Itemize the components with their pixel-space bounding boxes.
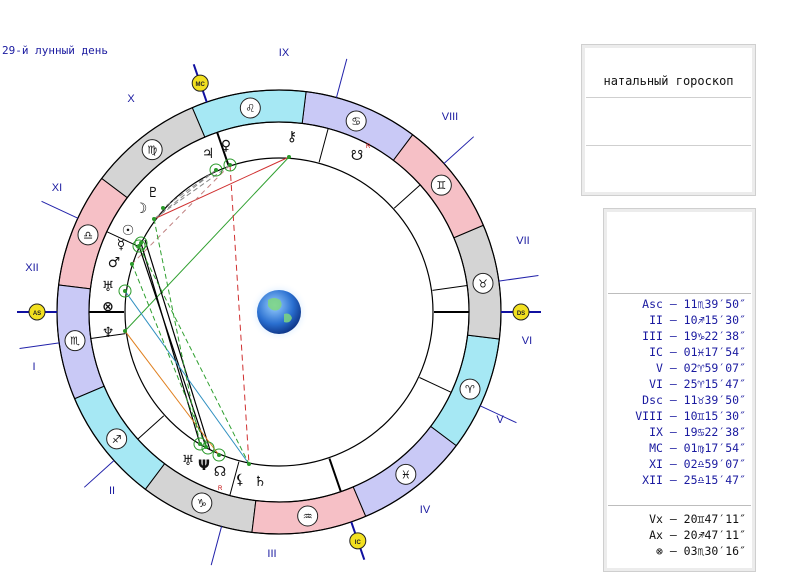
planet-glyph-jupiter: ♃ <box>202 146 215 162</box>
aspect-line <box>153 156 290 220</box>
house-cusp-outer <box>19 342 60 349</box>
ic-axis-inner <box>328 458 342 492</box>
house-number: VII <box>516 235 529 247</box>
house-cusp <box>318 128 329 163</box>
planet-glyph-fortuna: ⚸ <box>235 472 245 488</box>
position-row: XII – 25♎15′47″ <box>642 473 746 487</box>
position-row: Dsc – 11♉39′50″ <box>642 393 746 407</box>
aspect-line <box>138 245 250 465</box>
planet-glyph-vertex: ♅ <box>182 453 195 469</box>
planet-glyph-node: ☊ <box>214 464 226 480</box>
position-row: IX – 19♋22′38″ <box>649 425 746 439</box>
house-number: IV <box>420 504 431 516</box>
planet-glyph-mercury: ☿ <box>117 237 126 253</box>
planet-dot <box>287 155 291 159</box>
zodiac-sign-glyph: ♉ <box>478 277 488 290</box>
zodiac-sign-glyph: ♒ <box>303 510 313 523</box>
house-number: VIII <box>442 111 459 123</box>
point-row: Vx – 20♊47′11″ <box>649 512 746 526</box>
planet-glyph-saturn: ♄ <box>254 474 267 490</box>
house-cusp <box>137 415 165 440</box>
zodiac-sign-glyph: ♌ <box>245 102 255 115</box>
planet-dot <box>161 206 165 210</box>
planet-glyph-lilith: ☋ <box>351 148 363 164</box>
house-number: X <box>127 93 135 105</box>
planet-glyph-neptune: Ψ <box>198 458 210 474</box>
position-row: V – 02♈59′07″ <box>655 361 746 375</box>
planet-dot <box>247 462 251 466</box>
chart-title: натальный гороскоп <box>603 74 734 88</box>
house-cusp <box>419 377 452 393</box>
retrograde-mark: R <box>218 486 223 492</box>
zodiac-sign-glyph: ♋ <box>351 115 361 128</box>
position-row: VIII – 10♊15′30″ <box>635 409 746 423</box>
positions-panel: Asc – 11♏39′50″ II – 10♐15′30″ III – 19♑22… <box>603 208 756 572</box>
planet-glyph-moon: ☽ <box>135 201 148 217</box>
asc-label: AS <box>33 311 41 317</box>
planet-dot <box>217 453 221 457</box>
position-row: VI – 25♈15′47″ <box>649 377 746 391</box>
position-row: XI – 02♎59′07″ <box>649 457 746 471</box>
house-number: XII <box>25 262 38 274</box>
house-number: I <box>32 361 35 373</box>
house-cusp-outer <box>41 200 79 219</box>
house-number: III <box>267 548 276 560</box>
zodiac-sign-glyph: ♊ <box>436 179 446 192</box>
house-number: IX <box>279 47 290 59</box>
zodiac-sign-glyph: ♏ <box>70 335 80 348</box>
point-row: ⊗ – 03♏30′16″ <box>655 544 746 558</box>
earth-icon <box>249 282 309 342</box>
planet-glyph-neptune_l: ♆ <box>102 325 115 341</box>
aspect-line <box>140 242 201 445</box>
point-row: Ax – 20♐47′11″ <box>649 528 746 542</box>
planet-dot <box>123 329 127 333</box>
position-row: IC – 01♓17′54″ <box>649 345 746 359</box>
planet-glyph-fortune: ⊗ <box>102 299 114 315</box>
planet-glyph-chiron: ⚷ <box>287 129 297 145</box>
house-cusp-outer <box>443 136 475 164</box>
planet-glyph-mars: ♂ <box>108 255 121 271</box>
zodiac-sign-glyph: ♍ <box>147 144 157 157</box>
house-cusp-outer <box>83 460 115 488</box>
aspect-line <box>124 290 250 465</box>
house-cusp-outer <box>498 275 539 282</box>
planet-dot <box>214 168 218 172</box>
house-number: XI <box>52 182 62 194</box>
planet-glyph-pluto: ♇ <box>147 185 160 201</box>
house-cusp-outer <box>335 58 348 98</box>
aspect-line <box>153 164 231 220</box>
chart-title-panel: натальный гороскоп <box>581 44 756 196</box>
house-number: V <box>496 414 504 426</box>
planet-dot <box>228 163 232 167</box>
planet-dot <box>130 262 134 266</box>
position-row: MC – 01♍17′54″ <box>649 441 746 455</box>
aspect-line <box>144 239 211 451</box>
zodiac-sign-glyph: ♎ <box>83 229 93 242</box>
zodiac-sign-glyph: ♐ <box>112 433 122 446</box>
planet-dot <box>198 442 202 446</box>
position-row: Asc – 11♏39′50″ <box>642 297 746 311</box>
planet-dot <box>123 289 127 293</box>
house-number: II <box>109 485 115 497</box>
zodiac-sign-glyph: ♈ <box>465 383 475 396</box>
house-cusp-outer <box>210 526 223 566</box>
dsc-label: DS <box>517 311 525 317</box>
house-number: VI <box>522 335 532 347</box>
house-cusp <box>393 184 421 209</box>
house-cusp <box>432 285 468 291</box>
natal-chart-wheel: ♎♏♐♑♒♓♈♉♊♋♌♍ AS DSMCIC IIIIIIIVVVIVIIVIII… <box>17 47 541 566</box>
position-row: II – 10♐15′30″ <box>649 313 746 327</box>
ic-label: IC <box>355 540 362 546</box>
planet-glyph-venus: ♀ <box>221 138 231 154</box>
position-row: III – 19♑22′38″ <box>642 329 746 343</box>
retrograde-mark: R <box>366 144 371 150</box>
zodiac-sign-glyph: ♓ <box>401 468 411 481</box>
planet-glyph-uranus: ♅ <box>102 279 115 295</box>
zodiac-sign-glyph: ♑ <box>197 497 207 510</box>
aspect-line <box>138 245 207 448</box>
mc-label: MC <box>196 82 206 88</box>
planet-dot <box>152 217 156 221</box>
